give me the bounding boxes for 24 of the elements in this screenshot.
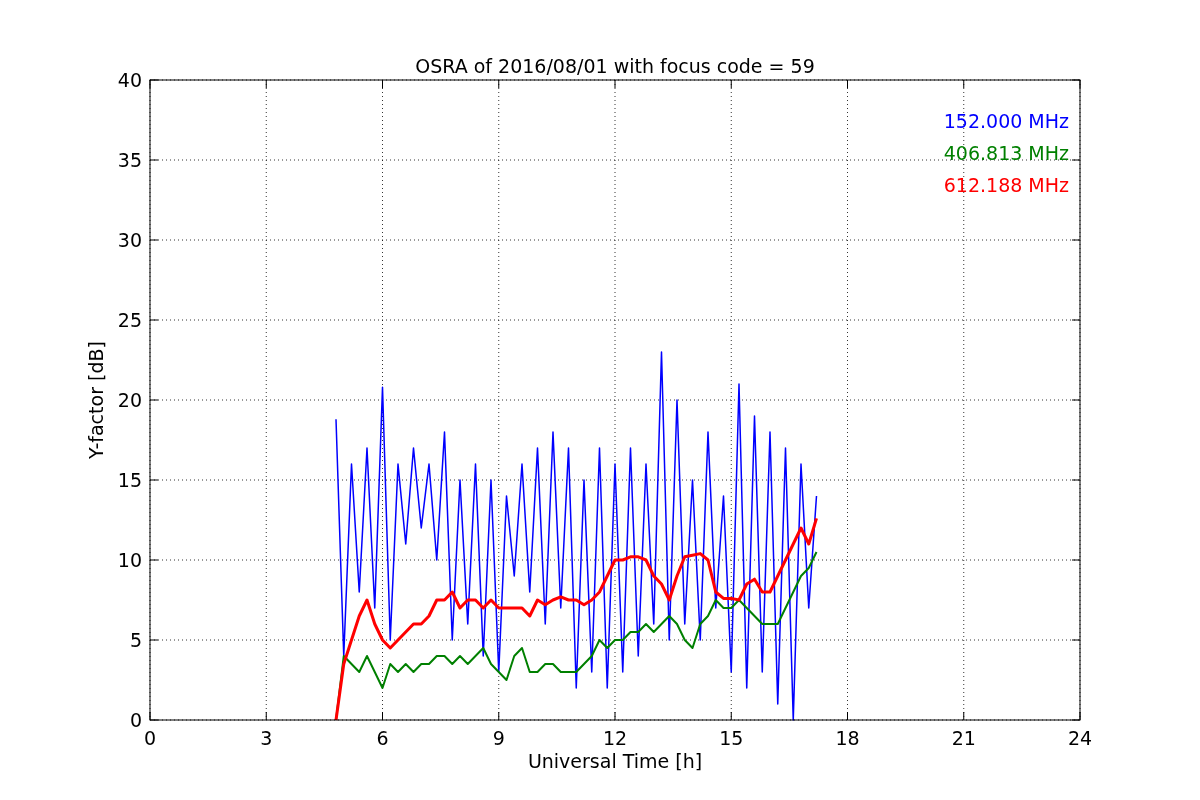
tick-label: 30 [117, 229, 142, 251]
tick-label: 15 [719, 727, 744, 749]
y-axis-label: Y-factor [dB] [85, 341, 107, 459]
tick-label: 20 [117, 389, 142, 411]
tick-label: 3 [260, 727, 273, 749]
tick-label: 9 [492, 727, 505, 749]
tick-label: 5 [129, 629, 142, 651]
tick-label: 0 [129, 709, 142, 731]
legend-label: 152.000 MHz [943, 110, 1069, 132]
tick-label: 6 [376, 727, 389, 749]
tick-label: 0 [143, 727, 157, 749]
tick-label: 15 [117, 469, 142, 491]
tick-label: 10 [117, 549, 142, 571]
tick-label: 18 [835, 727, 860, 749]
tick-label: 24 [1067, 727, 1093, 749]
tick-label: 35 [117, 149, 142, 171]
tick-label: 12 [602, 727, 628, 749]
tick-label: 21 [951, 727, 976, 749]
legend-label: 612.188 MHz [943, 174, 1069, 196]
x-axis-label: Universal Time [h] [527, 750, 703, 772]
legend-label: 406.813 MHz [943, 142, 1069, 164]
tick-label: 40 [117, 69, 142, 91]
tick-label: 25 [117, 309, 142, 331]
chart-title: OSRA of 2016/08/01 with focus code = 59 [415, 55, 815, 77]
